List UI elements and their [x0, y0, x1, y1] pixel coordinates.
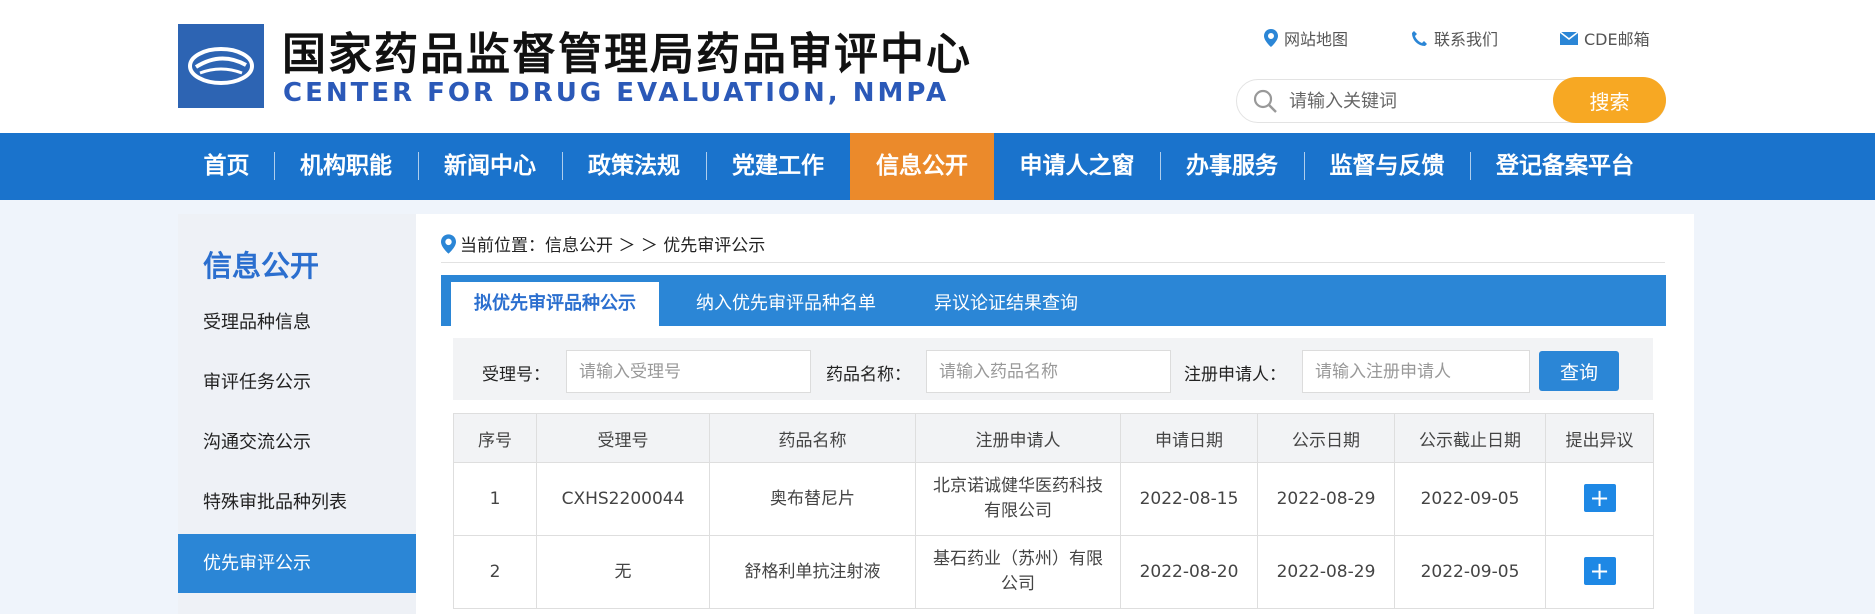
column-header-apply-date: 申请日期 — [1120, 413, 1258, 463]
drug-name-input[interactable] — [926, 350, 1171, 393]
nav-item-policy[interactable]: 政策法规 — [562, 133, 706, 200]
column-header-deadline: 公示截止日期 — [1394, 413, 1546, 463]
mail-link[interactable]: CDE邮箱 — [1560, 26, 1650, 50]
column-header-publish-date: 公示日期 — [1257, 413, 1395, 463]
sidebar-item-review-tasks[interactable]: 审评任务公示 — [178, 353, 416, 412]
site-logo[interactable] — [178, 24, 264, 108]
accept-no-label: 受理号： — [482, 365, 550, 385]
query-button[interactable]: 查询 — [1539, 351, 1619, 391]
applicant-input[interactable] — [1302, 350, 1530, 393]
tab-proposed-priority[interactable]: 拟优先审评品种公示 — [451, 282, 659, 326]
sidebar-item-special-approval[interactable]: 特殊审批品种列表 — [178, 473, 416, 532]
column-header-applicant: 注册申请人 — [915, 413, 1121, 463]
search-input[interactable] — [1289, 88, 1539, 114]
nav-divider — [1470, 152, 1471, 180]
mail-icon — [1560, 31, 1578, 45]
cell-applicant: 北京诺诚健华医药科技有限公司 — [915, 462, 1121, 536]
results-table: 序号 受理号 药品名称 注册申请人 申请日期 公示日期 公示截止日期 提出异议 … — [453, 413, 1654, 609]
nav-item-registration[interactable]: 登记备案平台 — [1470, 133, 1660, 200]
cell-apply-date: 2022-08-20 — [1120, 535, 1258, 609]
column-header-objection: 提出异议 — [1545, 413, 1654, 463]
sitemap-link[interactable]: 网站地图 — [1264, 26, 1348, 50]
search-button[interactable]: 搜索 — [1553, 77, 1666, 123]
site-header: 国家药品监督管理局药品审评中心 CENTER FOR DRUG EVALUATI… — [0, 0, 1875, 133]
column-header-no: 序号 — [453, 413, 537, 463]
tab-objection-results[interactable]: 异议论证结果查询 — [912, 282, 1100, 326]
breadcrumb-path[interactable]: 信息公开 ＞ ＞ 优先审评公示 — [545, 231, 765, 256]
nav-divider — [418, 152, 419, 180]
table-header-row: 序号 受理号 药品名称 注册申请人 申请日期 公示日期 公示截止日期 提出异议 — [453, 413, 1654, 463]
phone-icon — [1412, 30, 1427, 46]
sitemap-label: 网站地图 — [1284, 30, 1349, 49]
nav-item-services[interactable]: 办事服务 — [1160, 133, 1304, 200]
sidebar-item-communication[interactable]: 沟通交流公示 — [178, 413, 416, 472]
breadcrumb: 当前位置： 信息公开 ＞ ＞ 优先审评公示 — [441, 231, 765, 256]
cell-publish-date: 2022-08-29 — [1257, 535, 1395, 609]
divider — [441, 262, 1665, 263]
nav-divider — [274, 152, 275, 180]
nav-item-functions[interactable]: 机构职能 — [274, 133, 418, 200]
table-row: 1 CXHS2200044 奥布替尼片 北京诺诚健华医药科技有限公司 2022-… — [453, 462, 1654, 536]
cell-publish-date: 2022-08-29 — [1257, 462, 1395, 536]
location-pin-icon — [1264, 29, 1278, 47]
nav-item-home[interactable]: 首页 — [178, 133, 275, 200]
nav-divider — [1160, 152, 1161, 180]
column-header-drug: 药品名称 — [709, 413, 916, 463]
cell-deadline: 2022-09-05 — [1394, 535, 1546, 609]
applicant-label: 注册申请人： — [1184, 365, 1286, 385]
site-title: 国家药品监督管理局药品审评中心 — [282, 29, 972, 80]
cell-drug: 奥布替尼片 — [709, 462, 916, 536]
contact-link[interactable]: 联系我们 — [1411, 26, 1498, 50]
nav-item-applicant[interactable]: 申请人之窗 — [994, 133, 1160, 200]
cell-no: 1 — [453, 462, 537, 536]
mail-label: CDE邮箱 — [1584, 30, 1650, 49]
breadcrumb-prefix: 当前位置： — [460, 236, 545, 256]
cell-applicant: 基石药业（苏州）有限公司 — [915, 535, 1121, 609]
main-nav: 首页 机构职能 新闻中心 政策法规 党建工作 信息公开 申请人之窗 办事服务 监… — [0, 133, 1875, 200]
drug-name-label: 药品名称： — [826, 365, 911, 385]
cell-objection: + — [1545, 462, 1654, 536]
add-objection-button[interactable]: + — [1583, 484, 1616, 512]
nav-divider — [562, 152, 563, 180]
sidebar-title: 信息公开 — [203, 249, 320, 283]
logo-emblem-icon — [188, 47, 254, 85]
sidebar-item-accepted[interactable]: 受理品种信息 — [178, 293, 416, 352]
nav-divider — [706, 152, 707, 180]
search-icon — [1253, 89, 1277, 113]
cell-objection: + — [1545, 535, 1654, 609]
nav-item-feedback[interactable]: 监督与反馈 — [1304, 133, 1470, 200]
nav-divider — [1304, 152, 1305, 180]
location-pin-icon — [441, 233, 456, 254]
cell-drug: 舒格利单抗注射液 — [709, 535, 916, 609]
table-row: 2 无 舒格利单抗注射液 基石药业（苏州）有限公司 2022-08-20 202… — [453, 535, 1654, 609]
nav-item-news[interactable]: 新闻中心 — [418, 133, 562, 200]
cell-no: 2 — [453, 535, 537, 609]
contact-label: 联系我们 — [1434, 30, 1499, 49]
tab-included-priority-list[interactable]: 纳入优先审评品种名单 — [673, 282, 899, 326]
sidebar-item-priority-review[interactable]: 优先审评公示 — [178, 534, 416, 593]
nav-item-party[interactable]: 党建工作 — [706, 133, 850, 200]
cell-apply-date: 2022-08-15 — [1120, 462, 1258, 536]
column-header-accept-no: 受理号 — [536, 413, 710, 463]
cell-deadline: 2022-09-05 — [1394, 462, 1546, 536]
cell-accept-no: 无 — [536, 535, 710, 609]
add-objection-button[interactable]: + — [1583, 557, 1616, 585]
cell-accept-no: CXHS2200044 — [536, 462, 710, 536]
nav-item-info-public[interactable]: 信息公开 — [850, 133, 994, 200]
accept-no-input[interactable] — [566, 350, 811, 393]
site-subtitle: CENTER FOR DRUG EVALUATION, NMPA — [283, 78, 950, 108]
